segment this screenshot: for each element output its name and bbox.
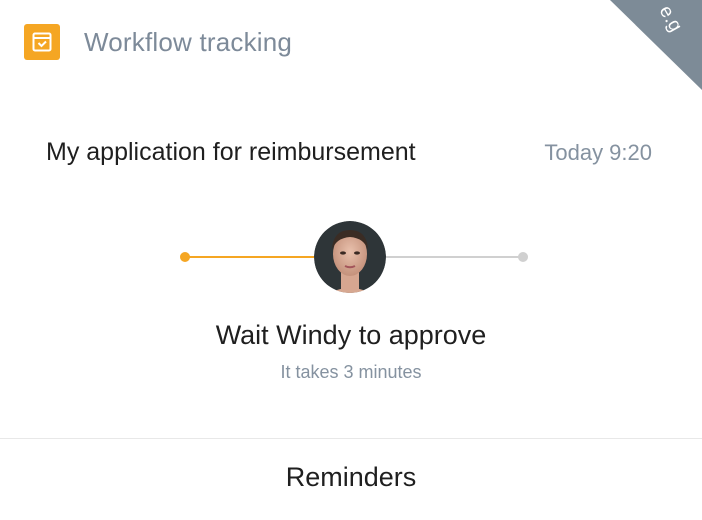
application-title: My application for reimbursement: [46, 138, 416, 166]
workflow-card: Workflow tracking e.g My application for…: [0, 0, 702, 520]
corner-ribbon: e.g: [610, 0, 702, 90]
application-row[interactable]: My application for reimbursement Today 9…: [46, 138, 652, 167]
calendar-check-icon: [24, 24, 60, 60]
step-dot-pending: [518, 252, 528, 262]
avatar[interactable]: [314, 221, 386, 296]
page-title: Workflow tracking: [84, 26, 293, 57]
application-time: Today 9:20: [544, 139, 652, 165]
reminders-button[interactable]: Reminders: [0, 462, 702, 493]
header: Workflow tracking: [24, 24, 292, 60]
divider: [0, 438, 702, 439]
progress-track: [46, 221, 660, 296]
status-title: Wait Windy to approve: [215, 320, 487, 350]
step-dot-done: [180, 252, 190, 262]
status-subtitle: It takes 3 minutes: [280, 362, 422, 382]
